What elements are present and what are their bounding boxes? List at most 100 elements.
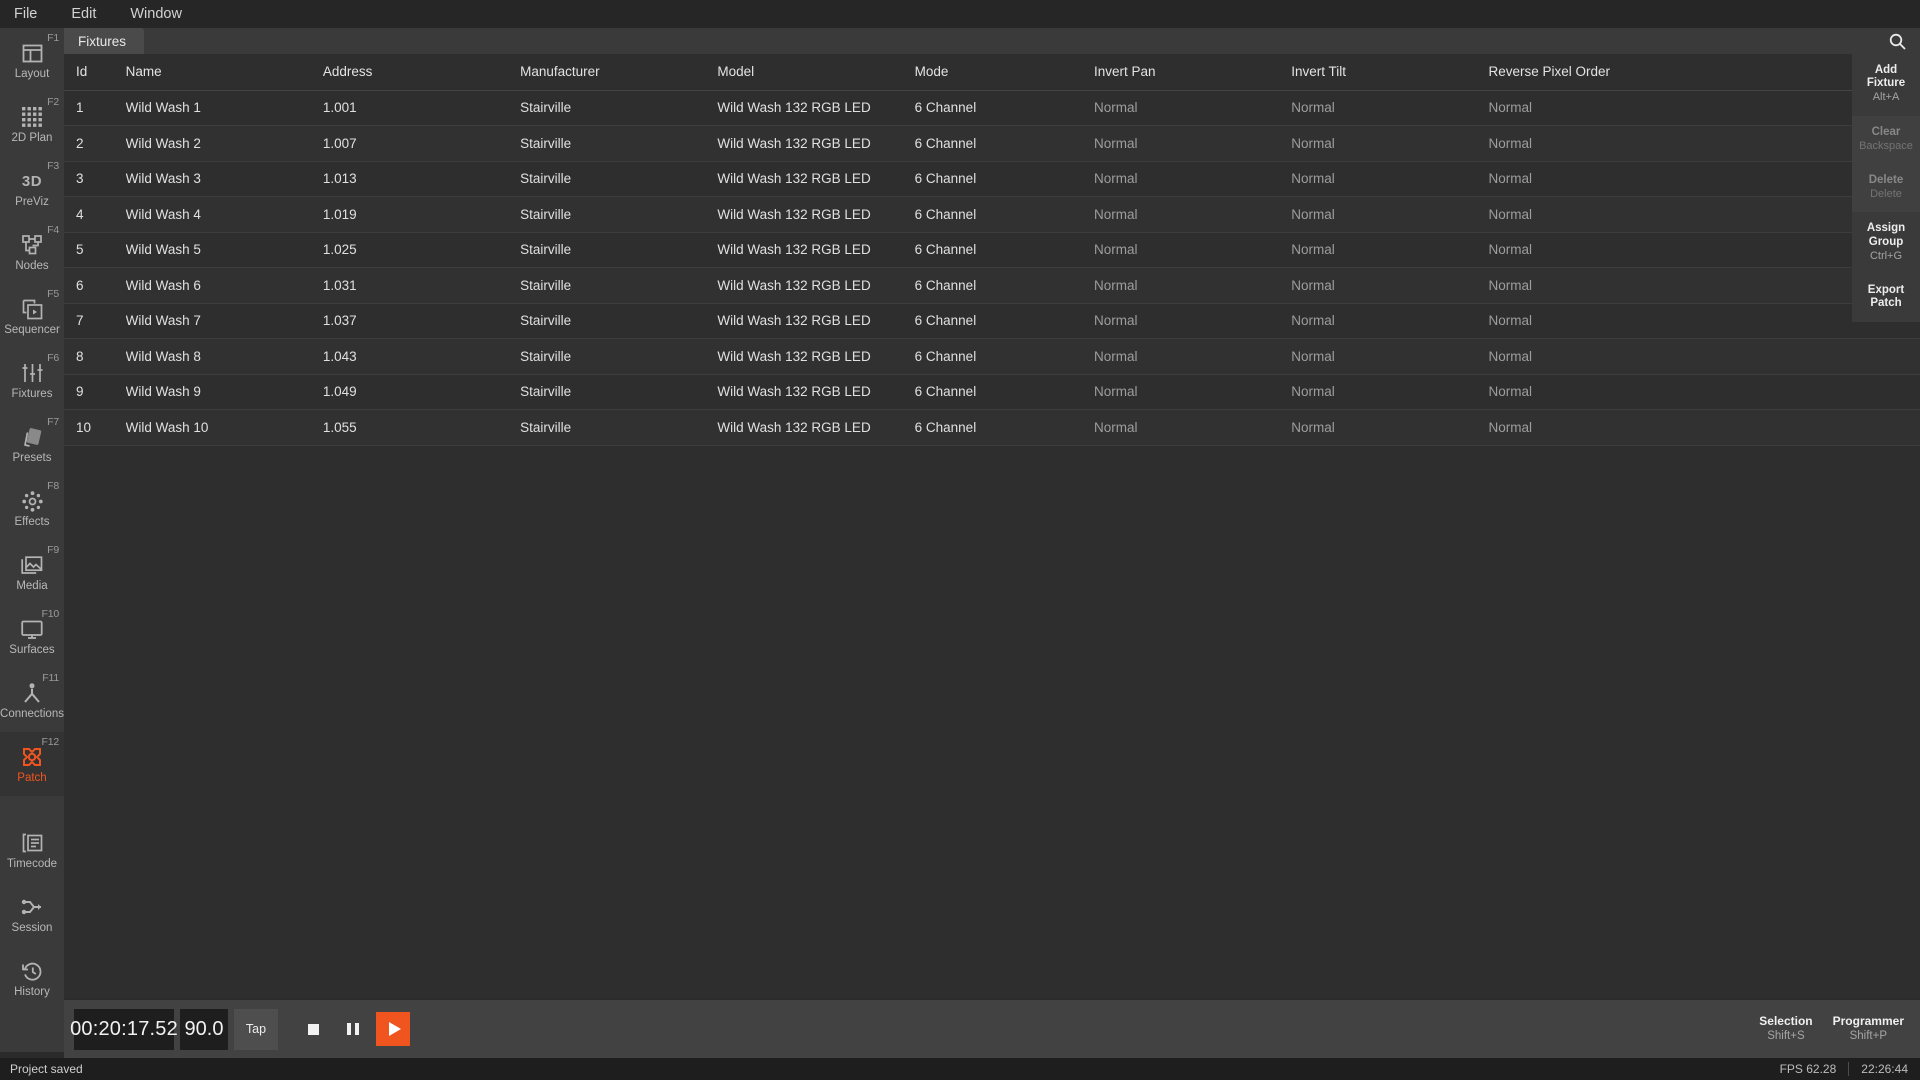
cell-invert_pan[interactable]: Normal: [1093, 409, 1292, 446]
column-header-mode[interactable]: Mode: [914, 54, 1094, 91]
cell-manufacturer[interactable]: Stairville: [520, 409, 718, 446]
cell-address[interactable]: 1.043: [322, 338, 521, 375]
cell-model[interactable]: Wild Wash 132 RGB LED: [717, 374, 915, 410]
cell-address[interactable]: 1.037: [322, 303, 521, 339]
cell-manufacturer[interactable]: Stairville: [520, 267, 718, 304]
column-header-reverse-pixel-order[interactable]: Reverse Pixel Order: [1488, 54, 1825, 91]
cell-address[interactable]: 1.019: [322, 196, 521, 233]
menu-item-edit[interactable]: Edit: [67, 4, 100, 24]
cell-name[interactable]: Wild Wash 9: [125, 374, 323, 410]
column-header-address[interactable]: Address: [322, 54, 521, 91]
cell-reverse_pixel_order[interactable]: Normal: [1488, 303, 1825, 339]
cell-invert_tilt[interactable]: Normal: [1291, 374, 1489, 410]
play-button[interactable]: [376, 1012, 410, 1046]
cell-model[interactable]: Wild Wash 132 RGB LED: [717, 90, 915, 126]
programmer-button[interactable]: Programmer Shift+P: [1823, 1010, 1914, 1049]
cell-id[interactable]: 8: [64, 338, 126, 375]
cell-reverse_pixel_order[interactable]: Normal: [1488, 374, 1825, 410]
cell-name[interactable]: Wild Wash 7: [125, 303, 323, 339]
table-row[interactable]: 6 Wild Wash 6 1.031 Stairville Wild Wash 132…: [64, 267, 1920, 304]
cell-id[interactable]: 5: [64, 232, 126, 268]
table-row[interactable]: 9 Wild Wash 9 1.049 Stairville Wild Wash 132…: [64, 374, 1920, 410]
cell-manufacturer[interactable]: Stairville: [520, 90, 718, 126]
column-header-invert-pan[interactable]: Invert Pan: [1093, 54, 1292, 91]
cell-manufacturer[interactable]: Stairville: [520, 303, 718, 339]
column-header-id[interactable]: Id: [64, 54, 126, 91]
cell-mode[interactable]: 6 Channel: [914, 125, 1094, 162]
sidebar-item-presets[interactable]: F7 Presets: [0, 412, 64, 476]
column-header-name[interactable]: Name: [125, 54, 323, 91]
sidebar-item-previz[interactable]: F3 3D PreViz: [0, 156, 64, 220]
menu-item-window[interactable]: Window: [126, 4, 186, 24]
stop-button[interactable]: [296, 1009, 330, 1050]
table-row[interactable]: 7 Wild Wash 7 1.037 Stairville Wild Wash 132…: [64, 303, 1920, 339]
column-header-invert-tilt[interactable]: Invert Tilt: [1291, 54, 1489, 91]
add-fixture-button[interactable]: Add Fixture Alt+A: [1852, 54, 1920, 116]
cell-reverse_pixel_order[interactable]: Normal: [1488, 125, 1825, 162]
cell-invert_tilt[interactable]: Normal: [1291, 161, 1489, 197]
cell-model[interactable]: Wild Wash 132 RGB LED: [717, 161, 915, 197]
cell-invert_tilt[interactable]: Normal: [1291, 125, 1489, 162]
sidebar-item-patch[interactable]: F12 Patch: [0, 732, 64, 796]
cell-model[interactable]: Wild Wash 132 RGB LED: [717, 125, 915, 162]
cell-address[interactable]: 1.013: [322, 161, 521, 197]
cell-model[interactable]: Wild Wash 132 RGB LED: [717, 232, 915, 268]
sidebar-item-fixtures[interactable]: F6 Fixtures: [0, 348, 64, 412]
cell-name[interactable]: Wild Wash 4: [125, 196, 323, 233]
cell-address[interactable]: 1.007: [322, 125, 521, 162]
cell-invert_pan[interactable]: Normal: [1093, 303, 1292, 339]
sidebar-item-sequencer[interactable]: F5 Sequencer: [0, 284, 64, 348]
tap-button[interactable]: Tap: [234, 1008, 278, 1050]
cell-address[interactable]: 1.025: [322, 232, 521, 268]
cell-name[interactable]: Wild Wash 2: [125, 125, 323, 162]
cell-invert_pan[interactable]: Normal: [1093, 125, 1292, 162]
cell-name[interactable]: Wild Wash 8: [125, 338, 323, 375]
column-header-model[interactable]: Model: [717, 54, 915, 91]
cell-mode[interactable]: 6 Channel: [914, 338, 1094, 375]
table-row[interactable]: 1 Wild Wash 1 1.001 Stairville Wild Wash 132…: [64, 90, 1920, 126]
cell-invert_tilt[interactable]: Normal: [1291, 196, 1489, 233]
bpm-display[interactable]: 90.0: [180, 1008, 228, 1050]
table-row[interactable]: 8 Wild Wash 8 1.043 Stairville Wild Wash 132…: [64, 338, 1920, 375]
pause-button[interactable]: [336, 1009, 370, 1050]
cell-mode[interactable]: 6 Channel: [914, 90, 1094, 126]
cell-id[interactable]: 3: [64, 161, 126, 197]
cell-model[interactable]: Wild Wash 132 RGB LED: [717, 303, 915, 339]
tab-fixtures[interactable]: Fixtures: [64, 28, 145, 54]
cell-address[interactable]: 1.001: [322, 90, 521, 126]
cell-id[interactable]: 10: [64, 409, 126, 446]
cell-invert_tilt[interactable]: Normal: [1291, 267, 1489, 304]
cell-invert_pan[interactable]: Normal: [1093, 374, 1292, 410]
cell-manufacturer[interactable]: Stairville: [520, 338, 718, 375]
cell-mode[interactable]: 6 Channel: [914, 267, 1094, 304]
cell-mode[interactable]: 6 Channel: [914, 232, 1094, 268]
cell-model[interactable]: Wild Wash 132 RGB LED: [717, 409, 915, 446]
sidebar-item-nodes[interactable]: F4 Nodes: [0, 220, 64, 284]
cell-model[interactable]: Wild Wash 132 RGB LED: [717, 267, 915, 304]
cell-name[interactable]: Wild Wash 10: [125, 409, 323, 446]
cell-invert_pan[interactable]: Normal: [1093, 196, 1292, 233]
cell-invert_pan[interactable]: Normal: [1093, 90, 1292, 126]
cell-id[interactable]: 6: [64, 267, 126, 304]
sidebar-item-2d-plan[interactable]: F2 2D Plan: [0, 92, 64, 156]
menu-item-file[interactable]: File: [10, 4, 41, 24]
sidebar-item-media[interactable]: F9 Media: [0, 540, 64, 604]
cell-id[interactable]: 7: [64, 303, 126, 339]
table-row[interactable]: 3 Wild Wash 3 1.013 Stairville Wild Wash 132…: [64, 161, 1920, 197]
cell-mode[interactable]: 6 Channel: [914, 303, 1094, 339]
timecode-display[interactable]: 00:20:17.52: [70, 1008, 178, 1050]
fixtures-table-container[interactable]: Id Name Address Manufacturer Model Mode …: [64, 54, 1920, 998]
cell-reverse_pixel_order[interactable]: Normal: [1488, 90, 1825, 126]
delete-button[interactable]: Delete Delete: [1852, 164, 1920, 213]
cell-manufacturer[interactable]: Stairville: [520, 125, 718, 162]
cell-manufacturer[interactable]: Stairville: [520, 232, 718, 268]
cell-invert_tilt[interactable]: Normal: [1291, 232, 1489, 268]
cell-reverse_pixel_order[interactable]: Normal: [1488, 267, 1825, 304]
cell-reverse_pixel_order[interactable]: Normal: [1488, 196, 1825, 233]
cell-address[interactable]: 1.049: [322, 374, 521, 410]
cell-reverse_pixel_order[interactable]: Normal: [1488, 232, 1825, 268]
cell-reverse_pixel_order[interactable]: Normal: [1488, 409, 1825, 446]
column-header-manufacturer[interactable]: Manufacturer: [520, 54, 718, 91]
sidebar-item-timecode[interactable]: Timecode: [0, 818, 64, 882]
cell-invert_pan[interactable]: Normal: [1093, 338, 1292, 375]
